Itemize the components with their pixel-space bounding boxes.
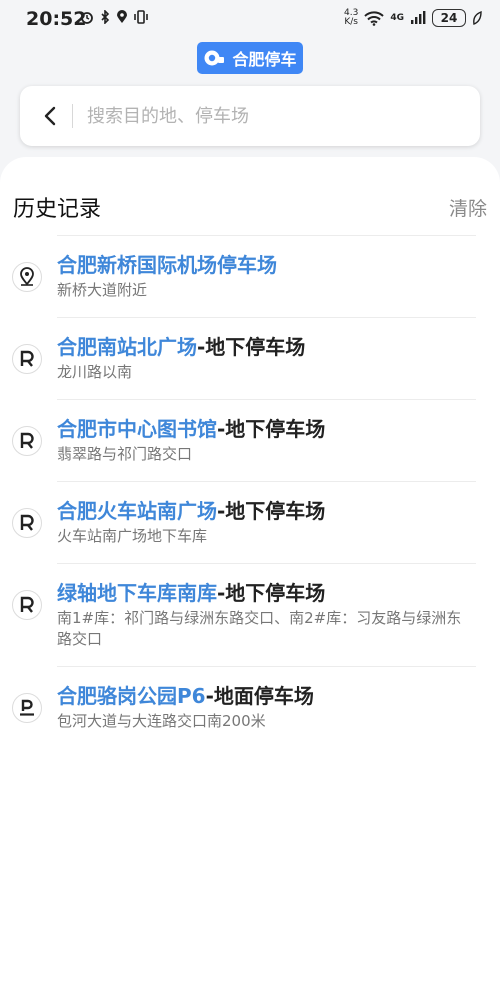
status-icons-right: 4.3 K/s 4G 24: [344, 9, 482, 27]
app-logo: 合肥停车: [197, 42, 303, 74]
history-item-address: 翡翠路与祁门路交口: [57, 445, 193, 463]
location-pin-icon: [12, 262, 42, 292]
history-item-address: 新桥大道附近: [57, 281, 148, 299]
history-item[interactable]: 绿轴地下车库南库-地下停车场 南1#库：祁门路与绿洲东路交口、南2#库：习友路与…: [12, 563, 476, 666]
history-item-title: 合肥骆岗公园P6-地面停车场: [57, 684, 314, 708]
parking-r-icon: [12, 590, 42, 620]
parking-r-icon: [12, 344, 42, 374]
vibrate-icon: [134, 10, 148, 24]
status-icons-left: [80, 10, 149, 24]
history-item-address: 龙川路以南: [57, 363, 133, 381]
history-item-address: 包河大道与大连路交口南200米: [57, 712, 266, 730]
network-type: 4G: [390, 13, 404, 23]
wifi-icon: [364, 10, 385, 26]
history-list: 合肥新桥国际机场停车场 新桥大道附近 合肥南站北广场-地下停车场 龙川路以南 合…: [0, 235, 500, 748]
history-item-address: 火车站南广场地下车库: [57, 527, 208, 545]
battery-indicator: 24: [432, 9, 466, 27]
history-item-title: 合肥市中心图书馆-地下停车场: [57, 417, 326, 441]
status-time: 20:52: [26, 8, 87, 30]
search-divider: [72, 104, 73, 128]
alarm-icon: [81, 12, 93, 24]
history-item[interactable]: 合肥市中心图书馆-地下停车场 翡翠路与祁门路交口: [12, 399, 476, 481]
bluetooth-icon: [101, 10, 110, 24]
parking-logo-icon: [204, 50, 225, 66]
back-button[interactable]: [28, 86, 72, 146]
history-item[interactable]: 合肥新桥国际机场停车场 新桥大道附近: [12, 235, 476, 317]
parking-r-icon: [12, 426, 42, 456]
net-speed: 4.3 K/s: [344, 8, 359, 27]
clear-history-button[interactable]: 清除: [449, 194, 487, 221]
status-bar: 20:52 4.3 K/s 4G 24: [0, 0, 500, 40]
back-arrow-icon: [44, 106, 56, 126]
history-item[interactable]: 合肥骆岗公园P6-地面停车场 包河大道与大连路交口南200米: [12, 666, 476, 748]
history-item-title: 绿轴地下车库南库-地下停车场: [57, 581, 326, 605]
app-logo-label: 合肥停车: [232, 50, 297, 69]
signal-icon: [411, 11, 426, 24]
search-input[interactable]: [85, 104, 429, 128]
history-item[interactable]: 合肥南站北广场-地下停车场 龙川路以南: [12, 317, 476, 399]
history-item-title: 合肥火车站南广场-地下停车场: [57, 499, 326, 523]
location-icon: [117, 10, 127, 23]
search-bar: [20, 86, 480, 146]
history-panel: 历史记录 清除 合肥新桥国际机场停车场 新桥大道附近 合肥南站北广场-地下停车场…: [0, 157, 500, 1006]
parking-r-icon: [12, 508, 42, 538]
leaf-icon: [473, 11, 482, 25]
history-item[interactable]: 合肥火车站南广场-地下停车场 火车站南广场地下车库: [12, 481, 476, 563]
parking-p-icon: [12, 693, 42, 723]
history-title: 历史记录: [13, 197, 102, 222]
history-item-title: 合肥南站北广场-地下停车场: [57, 335, 306, 359]
history-item-title: 合肥新桥国际机场停车场: [57, 253, 277, 277]
history-item-address: 南1#库：祁门路与绿洲东路交口、南2#库：习友路与绿洲东路交口: [57, 609, 462, 648]
